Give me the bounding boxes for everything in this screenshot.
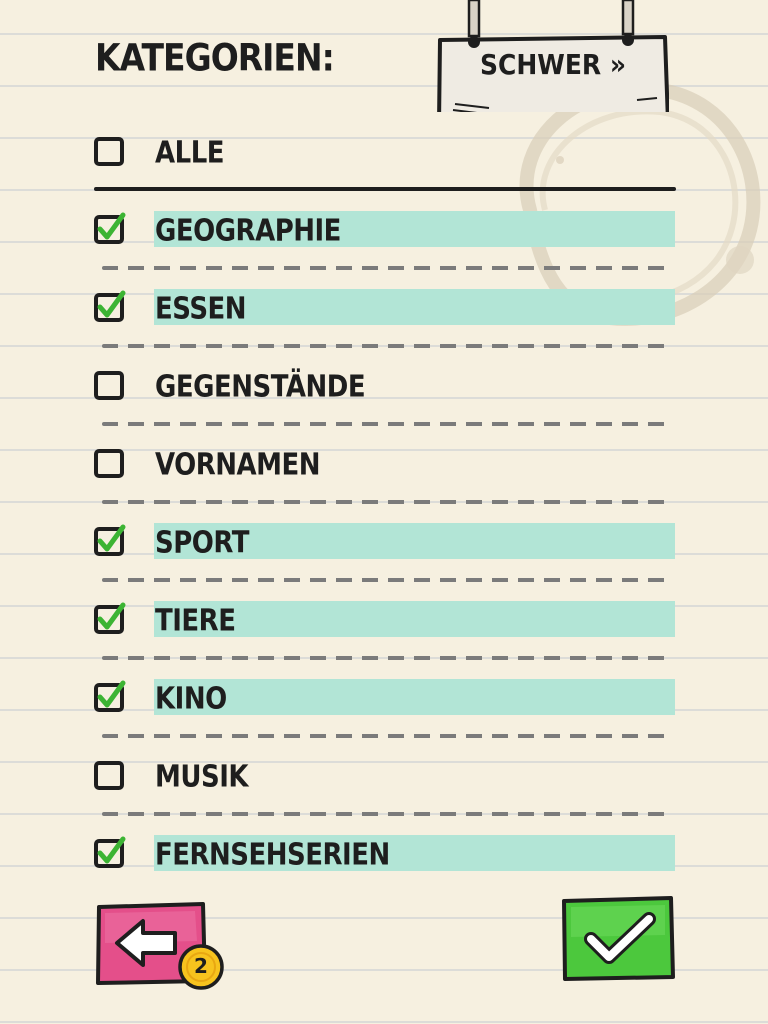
category-checkbox[interactable]	[94, 448, 124, 478]
selection-highlight	[154, 679, 675, 715]
category-checkbox[interactable]	[94, 602, 126, 634]
checkbox-icon	[94, 602, 126, 634]
category-checkbox[interactable]	[94, 290, 126, 322]
dashed-divider	[102, 344, 668, 348]
dashed-divider	[102, 656, 668, 660]
dashed-divider	[102, 578, 668, 582]
dashed-divider	[102, 266, 668, 270]
category-label: GEGENSTÄNDE	[155, 370, 366, 405]
dashed-divider	[102, 422, 668, 426]
list-item-category[interactable]: TIERE	[94, 599, 676, 639]
page-title: KATEGORIEN:	[95, 36, 335, 80]
list-item-label: ALLE	[155, 136, 225, 171]
list-item-category[interactable]: SPORT	[94, 521, 676, 561]
list-item-category[interactable]: GEGENSTÄNDE	[94, 365, 676, 405]
checkmark-icon	[562, 896, 675, 981]
category-checkbox[interactable]	[94, 212, 126, 244]
difficulty-sign-button[interactable]: SCHWER »	[437, 0, 669, 112]
checkbox-icon	[94, 524, 126, 556]
category-label: VORNAMEN	[155, 448, 321, 483]
category-label: ESSEN	[155, 292, 247, 327]
list-item-category[interactable]: GEOGRAPHIE	[94, 209, 676, 249]
divider	[94, 187, 676, 191]
confirm-button[interactable]	[561, 895, 677, 985]
list-item-category[interactable]: MUSIK	[94, 755, 676, 795]
arrow-left-icon	[96, 902, 224, 990]
category-checkbox[interactable]	[94, 370, 124, 400]
checkbox-icon	[94, 680, 126, 712]
category-label: SPORT	[155, 526, 249, 561]
checkbox-icon	[94, 449, 124, 478]
list-item-category[interactable]: FERNSEHSERIEN	[94, 833, 676, 873]
checkbox-icon	[94, 137, 124, 166]
category-checkbox[interactable]	[94, 836, 126, 868]
checkbox-icon	[94, 212, 126, 244]
difficulty-label: SCHWER »	[479, 48, 627, 81]
coin-count: 2	[194, 954, 208, 978]
back-button[interactable]: 2	[95, 901, 225, 993]
list-item-category[interactable]: ESSEN	[94, 287, 676, 327]
checkbox-icon	[94, 761, 124, 790]
list-item-all[interactable]: ALLE	[94, 131, 676, 171]
checkbox-all[interactable]	[94, 136, 124, 166]
list-item-category[interactable]: KINO	[94, 677, 676, 717]
category-checkbox[interactable]	[94, 760, 124, 790]
list-item-category[interactable]: VORNAMEN	[94, 443, 676, 483]
checkbox-icon	[94, 836, 126, 868]
checkbox-icon	[94, 290, 126, 322]
category-label: TIERE	[155, 604, 236, 639]
dashed-divider	[102, 734, 668, 738]
dashed-divider	[102, 500, 668, 504]
category-label: GEOGRAPHIE	[155, 214, 341, 249]
category-label: MUSIK	[155, 760, 249, 795]
checkbox-icon	[94, 371, 124, 400]
category-label: FERNSEHSERIEN	[155, 838, 390, 873]
category-selection-screen: KATEGORIEN: SCHWER » ALLE GEOGRAPHIE ESSE…	[0, 0, 768, 1024]
category-checkbox[interactable]	[94, 680, 126, 712]
category-label: KINO	[155, 682, 227, 717]
category-checkbox[interactable]	[94, 524, 126, 556]
dashed-divider	[102, 812, 668, 816]
